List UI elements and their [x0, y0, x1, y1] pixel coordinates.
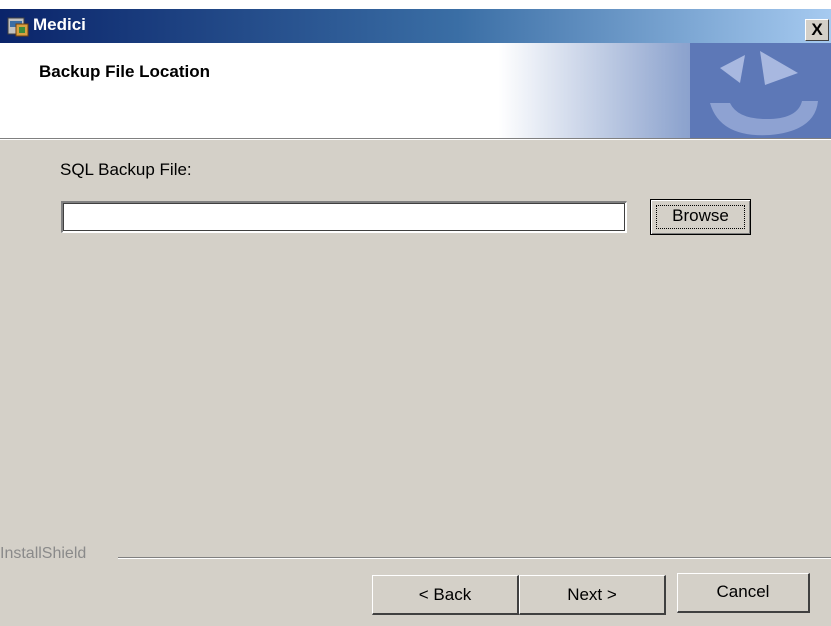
window-title: Medici [33, 15, 86, 34]
installshield-brand: InstallShield [0, 545, 87, 562]
sql-backup-file-input[interactable] [61, 201, 627, 233]
clipped-top-strip [0, 0, 831, 9]
next-button[interactable]: Next > [519, 575, 666, 615]
sql-backup-file-label: SQL Backup File: [60, 160, 192, 179]
installer-app-icon [7, 17, 29, 37]
back-button[interactable]: < Back [372, 575, 519, 615]
banner-divider-highlight [0, 139, 831, 140]
cancel-button[interactable]: Cancel [677, 573, 810, 613]
header-banner: Backup File Location [0, 43, 831, 138]
browse-button[interactable]: Browse [650, 199, 751, 235]
close-button[interactable]: X [805, 19, 829, 41]
browse-button-label: Browse [672, 206, 729, 225]
footer-divider-highlight [118, 558, 831, 559]
installer-dialog: Medici X Backup File Location SQL Backup… [0, 0, 831, 626]
installshield-logo-icon [690, 43, 831, 138]
page-title: Backup File Location [39, 62, 210, 81]
title-bar[interactable]: Medici X [0, 9, 831, 43]
